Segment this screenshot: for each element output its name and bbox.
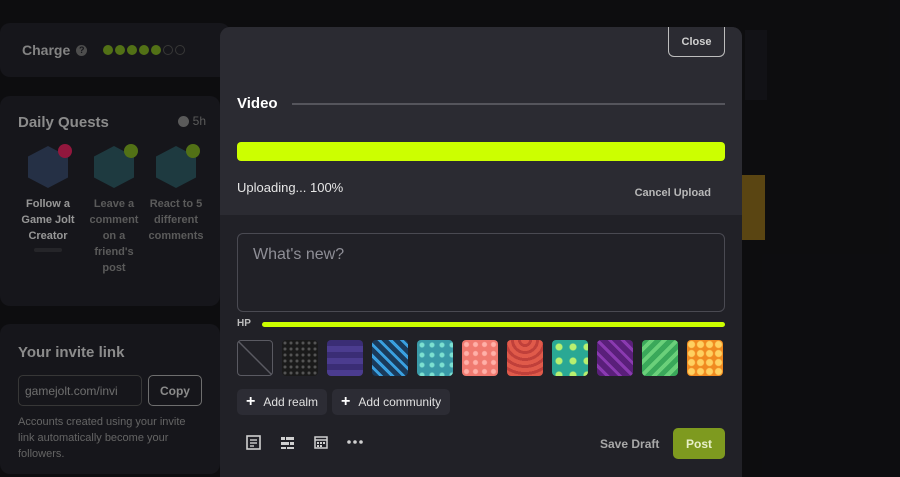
more-icon[interactable] [347, 434, 363, 450]
calendar-icon[interactable] [313, 434, 329, 450]
plus-icon: + [246, 393, 256, 410]
upload-status: Uploading... 100% [237, 180, 344, 195]
post-button[interactable]: Post [673, 428, 725, 459]
cancel-upload-button[interactable]: Cancel Upload [635, 187, 711, 199]
background-option[interactable] [282, 340, 318, 376]
article-icon[interactable] [245, 434, 261, 450]
chip-label: Add realm [263, 395, 319, 409]
background-option[interactable] [327, 340, 363, 376]
section-title: Video [237, 95, 278, 112]
close-button[interactable]: Close [668, 27, 725, 57]
add-community-button[interactable]: + Add community [332, 389, 451, 415]
divider [291, 102, 725, 105]
poll-icon[interactable] [279, 434, 295, 450]
background-option[interactable] [462, 340, 498, 376]
plus-icon: + [341, 393, 351, 410]
background-picker [237, 340, 723, 376]
add-realm-button[interactable]: + Add realm [237, 389, 328, 415]
save-draft-button[interactable]: Save Draft [600, 437, 659, 451]
post-composer-modal: Close Video Uploading... 100% Cancel Upl… [220, 27, 742, 477]
hp-bar [262, 322, 725, 327]
background-option[interactable] [597, 340, 633, 376]
background-option[interactable] [552, 340, 588, 376]
background-option[interactable] [417, 340, 453, 376]
background-option[interactable] [687, 340, 723, 376]
background-option[interactable] [507, 340, 543, 376]
post-content-input[interactable]: What's new? [237, 233, 725, 312]
background-option[interactable] [642, 340, 678, 376]
upload-progress-bar [237, 142, 725, 161]
hp-label: HP [237, 318, 251, 329]
chip-label: Add community [358, 395, 442, 409]
background-none-option[interactable] [237, 340, 273, 376]
background-option[interactable] [372, 340, 408, 376]
